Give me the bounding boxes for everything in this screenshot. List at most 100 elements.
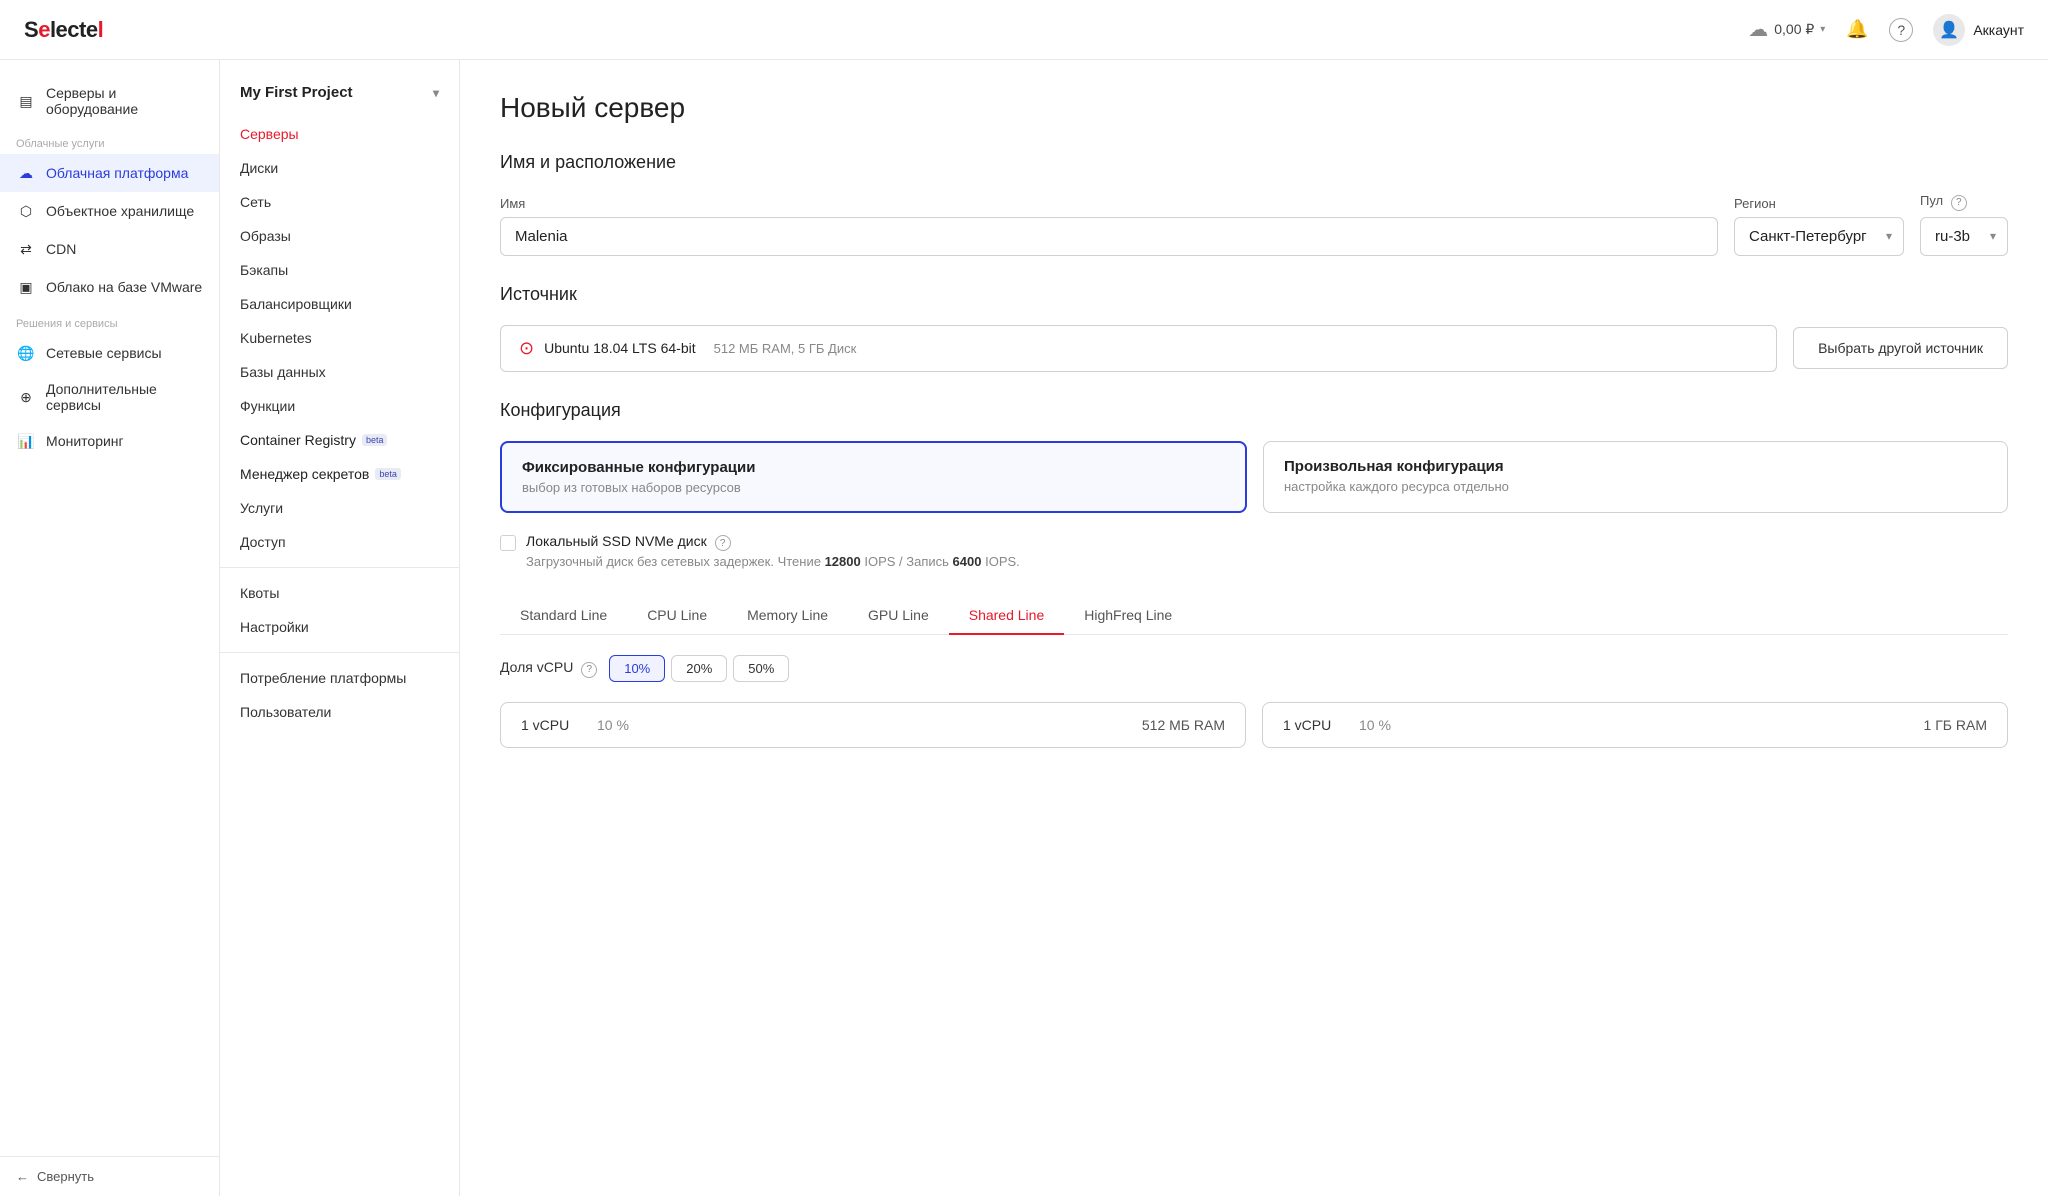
sidebar-item-extra-services[interactable]: ⊕ Дополнительные сервисы [0, 372, 219, 422]
server-card-1[interactable]: 1 vCPU 10 % 1 ГБ RAM [1262, 702, 2008, 748]
sidebar-item-vmware[interactable]: ▣ Облако на базе VMware [0, 268, 219, 306]
name-location-row: Имя Регион Санкт-Петербург ▾ Пул ? [500, 193, 2008, 256]
account-widget[interactable]: 👤 Аккаунт [1933, 14, 2024, 46]
nav-item-images[interactable]: Образы [220, 219, 459, 253]
tab-cpu[interactable]: CPU Line [627, 597, 727, 635]
pool-help-icon[interactable]: ? [1951, 195, 1967, 211]
nav-divider2 [220, 652, 459, 653]
servers-icon: ▤ [16, 91, 36, 111]
config-custom-desc: настройка каждого ресурса отдельно [1284, 479, 1987, 494]
region-select[interactable]: Санкт-Петербург [1734, 217, 1904, 256]
tab-memory[interactable]: Memory Line [727, 597, 848, 635]
container-registry-label: Container Registry [240, 432, 356, 448]
arrow-left-icon: ← [16, 1169, 29, 1184]
nav-item-backups[interactable]: Бэкапы [220, 253, 459, 287]
nav-item-functions[interactable]: Функции [220, 389, 459, 423]
object-storage-icon: ⬡ [16, 201, 36, 221]
pool-label: Пул ? [1920, 193, 2008, 211]
nav-item-container-registry[interactable]: Container Registry beta [220, 423, 459, 457]
sidebar-item-label: Сетевые сервисы [46, 345, 162, 361]
tab-shared[interactable]: Shared Line [949, 597, 1065, 635]
account-label: Аккаунт [1973, 22, 2024, 38]
name-group: Имя [500, 196, 1718, 256]
sidebar-mid: My First Project ▾ Серверы Диски Сеть Об… [220, 60, 460, 1196]
tab-standard[interactable]: Standard Line [500, 597, 627, 635]
sidebar-item-cloud[interactable]: ☁ Облачная платформа [0, 154, 219, 192]
nvme-label: Локальный SSD NVMe диск ? [526, 533, 1020, 552]
solutions-section-label: Решения и сервисы [0, 306, 219, 334]
vcpu-btn-10[interactable]: 10% [609, 655, 665, 682]
sidebar-item-cdn[interactable]: ⇄ CDN [0, 230, 219, 268]
sidebar-collapse[interactable]: ← Свернуть [0, 1156, 219, 1196]
sidebar-item-label: Облачная платформа [46, 165, 188, 181]
project-chevron-icon[interactable]: ▾ [433, 86, 439, 100]
project-name: My First Project [240, 84, 353, 101]
cloud-icon: ☁ [1748, 17, 1768, 42]
source-row: ⊙ Ubuntu 18.04 LTS 64-bit 512 МБ RAM, 5 … [500, 325, 2008, 372]
cloud-section-label: Облачные услуги [0, 126, 219, 154]
nav-item-balancers[interactable]: Балансировщики [220, 287, 459, 321]
source-meta: 512 МБ RAM, 5 ГБ Диск [714, 341, 857, 356]
sidebar-item-servers[interactable]: ▤ Серверы и оборудование [0, 76, 219, 126]
nav-item-users[interactable]: Пользователи [220, 695, 459, 729]
vcpu-help-icon[interactable]: ? [581, 662, 597, 678]
notifications-icon[interactable]: 🔔 [1845, 18, 1869, 42]
network-services-icon: 🌐 [16, 343, 36, 363]
layout: ▤ Серверы и оборудование Облачные услуги… [0, 0, 2048, 1196]
nav-item-settings[interactable]: Настройки [220, 610, 459, 644]
name-label: Имя [500, 196, 1718, 211]
server-cards-row: 1 vCPU 10 % 512 МБ RAM 1 vCPU 10 % 1 ГБ … [500, 702, 2008, 748]
vmware-icon: ▣ [16, 277, 36, 297]
vcpu-row: Доля vCPU ? 10% 20% 50% [500, 655, 2008, 682]
sidebar-item-label: Серверы и оборудование [46, 85, 203, 117]
region-group: Регион Санкт-Петербург ▾ [1734, 196, 1904, 256]
vcpu-btn-20[interactable]: 20% [671, 655, 727, 682]
cdn-icon: ⇄ [16, 239, 36, 259]
tab-highfreq[interactable]: HighFreq Line [1064, 597, 1192, 635]
nav-item-secrets[interactable]: Менеджер секретов beta [220, 457, 459, 491]
line-tabs: Standard Line CPU Line Memory Line GPU L… [500, 597, 2008, 635]
section-source: Источник [500, 284, 2008, 305]
source-selected: ⊙ Ubuntu 18.04 LTS 64-bit 512 МБ RAM, 5 … [500, 325, 1777, 372]
header: Selectel ☁ 0,00 ₽ ▾ 🔔 ? 👤 Аккаунт [0, 0, 2048, 60]
region-select-wrap: Санкт-Петербург ▾ [1734, 217, 1904, 256]
server-card-0[interactable]: 1 vCPU 10 % 512 МБ RAM [500, 702, 1246, 748]
nav-item-databases[interactable]: Базы данных [220, 355, 459, 389]
logo-text: S [24, 17, 38, 42]
nav-item-kubernetes[interactable]: Kubernetes [220, 321, 459, 355]
sidebar-item-network-services[interactable]: 🌐 Сетевые сервисы [0, 334, 219, 372]
nav-item-servers[interactable]: Серверы [220, 117, 459, 151]
change-source-button[interactable]: Выбрать другой источник [1793, 327, 2008, 369]
sidebar-item-label: Мониторинг [46, 433, 124, 449]
sidebar-item-label: Облако на базе VMware [46, 279, 202, 295]
nav-item-disks[interactable]: Диски [220, 151, 459, 185]
help-icon[interactable]: ? [1889, 18, 1913, 42]
name-input[interactable] [500, 217, 1718, 256]
nav-item-network[interactable]: Сеть [220, 185, 459, 219]
nav-item-platform-usage[interactable]: Потребление платформы [220, 661, 459, 695]
write-iops-value: 6400 [953, 554, 982, 569]
nav-item-quotas[interactable]: Квоты [220, 576, 459, 610]
config-card-custom[interactable]: Произвольная конфигурация настройка кажд… [1263, 441, 2008, 513]
nav-item-access[interactable]: Доступ [220, 525, 459, 559]
balance-widget[interactable]: ☁ 0,00 ₽ ▾ [1748, 17, 1825, 42]
section-config: Конфигурация [500, 400, 2008, 421]
pool-select[interactable]: ru-3b [1920, 217, 2008, 256]
main-content: Новый сервер Имя и расположение Имя Реги… [460, 60, 2048, 1196]
server-card-cpu-0: 1 vCPU [521, 717, 581, 733]
sidebar-item-object-storage[interactable]: ⬡ Объектное хранилище [0, 192, 219, 230]
nvme-checkbox[interactable] [500, 535, 516, 551]
nvme-help-icon[interactable]: ? [715, 535, 731, 551]
avatar: 👤 [1933, 14, 1965, 46]
config-card-fixed[interactable]: Фиксированные конфигурации выбор из гото… [500, 441, 1247, 513]
nvme-checkbox-row: Локальный SSD NVMe диск ? Загрузочный ди… [500, 533, 2008, 570]
vcpu-btn-50[interactable]: 50% [733, 655, 789, 682]
nav-item-services[interactable]: Услуги [220, 491, 459, 525]
sidebar-item-label: Дополнительные сервисы [46, 381, 203, 413]
page-title: Новый сервер [500, 92, 2008, 124]
nvme-label-group: Локальный SSD NVMe диск ? Загрузочный ди… [526, 533, 1020, 570]
sidebar-item-monitoring[interactable]: 📊 Мониторинг [0, 422, 219, 460]
cloud-platform-icon: ☁ [16, 163, 36, 183]
region-label: Регион [1734, 196, 1904, 211]
tab-gpu[interactable]: GPU Line [848, 597, 949, 635]
